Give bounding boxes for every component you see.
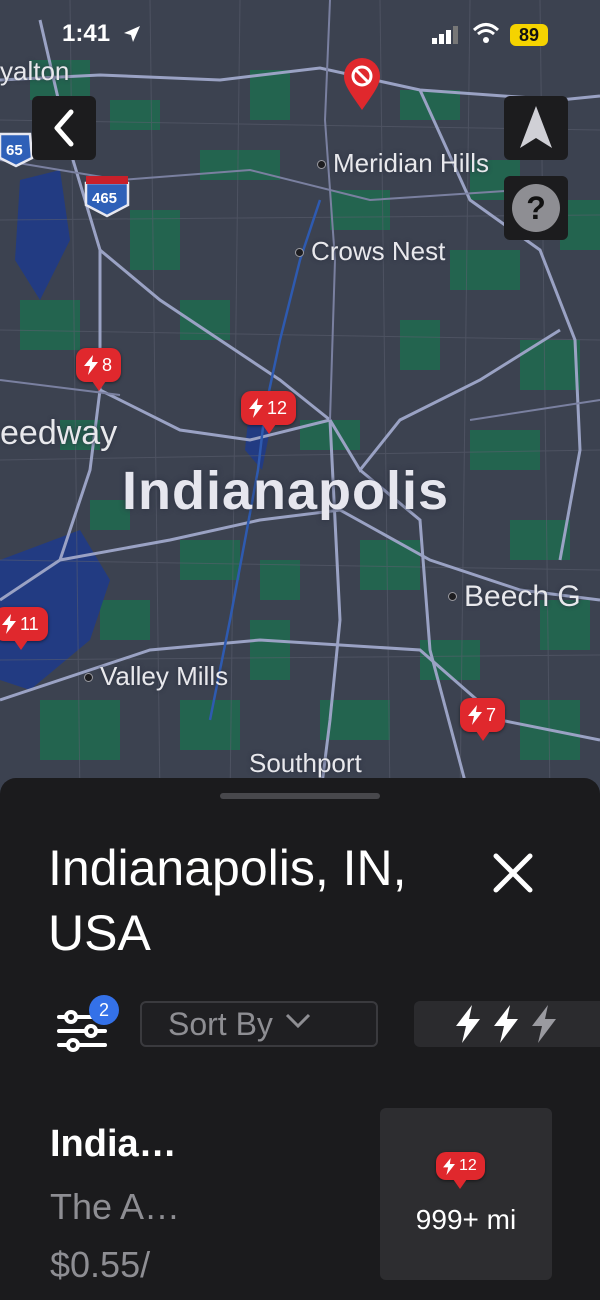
- sort-dropdown[interactable]: Sort By: [140, 1001, 378, 1047]
- svg-text:?: ?: [526, 190, 546, 226]
- recenter-button[interactable]: [504, 96, 568, 160]
- map-label-beech-grove: Beech G: [448, 580, 581, 613]
- filter-count-badge: 2: [89, 995, 119, 1025]
- restricted-location-pin-icon[interactable]: [342, 56, 382, 112]
- help-button[interactable]: ?: [504, 176, 568, 240]
- close-icon[interactable]: [488, 848, 538, 898]
- navigation-arrow-icon: [520, 106, 552, 148]
- map-label-speedway: eedway: [0, 414, 118, 452]
- cellular-signal-icon: [432, 26, 458, 44]
- map-label-southport: Southport: [249, 748, 362, 778]
- highway-label-65: 65: [6, 142, 23, 159]
- charger-count: 7: [486, 704, 497, 725]
- result-price: $0.55/: [50, 1244, 151, 1285]
- result-distance: 999+ mi: [415, 1204, 517, 1235]
- wifi-icon: [472, 23, 500, 43]
- charger-pin[interactable]: 11: [0, 607, 48, 650]
- highway-label-465: 465: [92, 190, 117, 207]
- chevron-left-icon: [54, 109, 74, 147]
- location-arrow-icon: [124, 26, 140, 42]
- charger-pin[interactable]: 8: [76, 348, 122, 391]
- map-label-valley-mills: Valley Mills: [83, 661, 229, 691]
- lightning-icon: [532, 1005, 556, 1043]
- lightning-icon: [468, 705, 482, 725]
- lightning-icon: [494, 1005, 518, 1043]
- lightning-icon: [249, 398, 263, 418]
- charger-pin[interactable]: 12: [241, 391, 297, 434]
- charger-count: 8: [102, 354, 113, 375]
- battery-indicator: 89: [510, 24, 548, 46]
- result-name: India…: [50, 1123, 177, 1165]
- question-icon: ?: [512, 184, 560, 232]
- lightning-icon: [2, 614, 16, 634]
- location-title: Indianapolis, IN, USA: [48, 840, 407, 961]
- map-label-crows-nest: Crows Nest: [294, 236, 446, 266]
- status-time: 1:41: [62, 20, 111, 47]
- result-distance-card[interactable]: 12 999+ mi: [380, 1108, 552, 1280]
- charger-pin[interactable]: 7: [460, 698, 506, 741]
- sort-label: Sort By: [168, 1005, 273, 1042]
- map-label-meridian-hills: Meridian Hills: [316, 148, 490, 178]
- filter-button[interactable]: 2: [55, 995, 119, 1058]
- chevron-down-icon: [285, 1013, 310, 1029]
- map-view[interactable]: 65 465 1:41 89 ? yalton Meridian Hills C…: [0, 0, 600, 800]
- map-label-royalton: yalton: [0, 56, 70, 86]
- charging-speed-filter[interactable]: [414, 1001, 600, 1047]
- location-sheet: Indianapolis, IN, USA 2 Sort By India… T…: [0, 778, 600, 1300]
- result-address: The A…: [50, 1186, 181, 1227]
- lightning-icon: [456, 1005, 480, 1043]
- status-bar: 1:41 89: [0, 0, 600, 70]
- lightning-icon: [443, 1157, 455, 1175]
- lightning-icon: [84, 355, 98, 375]
- map-label-city: Indianapolis: [122, 461, 450, 521]
- back-button[interactable]: [32, 96, 96, 160]
- charger-pin: 12: [436, 1152, 485, 1189]
- charger-count: 11: [20, 613, 39, 634]
- sheet-drag-handle[interactable]: [220, 793, 380, 799]
- charger-count: 12: [459, 1157, 477, 1174]
- charger-count: 12: [267, 397, 288, 418]
